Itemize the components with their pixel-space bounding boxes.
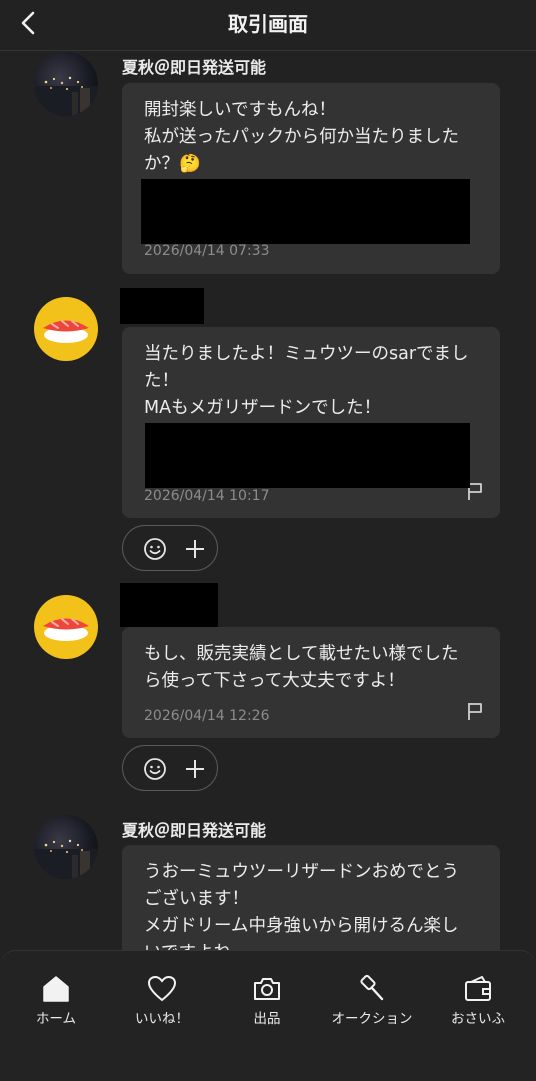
sender-name: 夏秋＠即日発送可能 [122,58,267,77]
message-text: うおーミュウツーリザードンおめでとうございます！ メガドリーム中身強いから開ける… [144,862,459,950]
reaction-bar [122,525,218,571]
avatar[interactable] [34,595,98,659]
bottom-nav: ホーム いいね！ 出品 オークション おさいふ [0,950,536,1081]
header: 取引画面 [0,0,536,51]
message-bubble: うおーミュウツーリザードンおめでとうございます！ メガドリーム中身強いから開ける… [122,845,500,950]
message-list[interactable]: 夏秋＠即日発送可能 開封楽しいですもんね！ 私が送ったパックから何か当たりました… [0,50,536,950]
add-reaction-icon[interactable] [183,757,207,781]
emoji-reaction-icon[interactable] [143,757,167,781]
wallet-icon [465,976,491,1001]
nav-label: おさいふ [451,1011,505,1027]
redaction-box [141,179,470,244]
avatar[interactable] [34,52,98,116]
chevron-left-icon[interactable] [14,8,44,38]
heart-icon [147,975,177,1002]
home-icon [43,976,69,1002]
nav-label: いいね！ [135,1011,189,1027]
nav-item-likes[interactable]: いいね！ [112,971,212,1031]
nav-item-wallet[interactable]: おさいふ [428,971,528,1031]
message-timestamp: 2026/04/14 12:26 [144,708,270,724]
flag-icon[interactable] [466,701,484,721]
add-reaction-icon[interactable] [183,537,207,561]
gavel-icon [360,974,384,1001]
message-timestamp: 2026/04/14 10:17 [144,488,270,504]
sender-name: 夏秋＠即日発送可能 [122,821,267,840]
reaction-bar [122,745,218,791]
redaction-box [145,423,470,488]
emoji-reaction-icon[interactable] [143,537,167,561]
message-bubble: もし、販売実績として載せたい様でしたら使って下さって大丈夫ですよ！ 2026/0… [122,627,500,738]
avatar[interactable] [34,297,98,361]
message-text: もし、販売実績として載せたい様でしたら使って下さって大丈夫ですよ！ [144,644,459,691]
page-title: 取引画面 [228,12,308,36]
message-text: 当たりましたよ！ミュウツーのsarでました！ MAもメガリザードンでした！ [144,344,469,418]
nav-item-home[interactable]: ホーム [6,971,106,1031]
nav-label: 出品 [253,1011,281,1027]
nav-label: ホーム [35,1011,77,1027]
redaction-box [120,583,218,627]
nav-label: オークション [331,1011,413,1027]
message-text: 開封楽しいですもんね！ 私が送ったパックから何か当たりましたか？🤔 [144,100,459,174]
avatar[interactable] [34,815,98,879]
camera-icon [254,978,280,1000]
message-timestamp: 2026/04/14 07:33 [144,243,270,259]
redaction-box [120,288,204,324]
nav-item-auction[interactable]: オークション [322,971,422,1031]
nav-item-sell[interactable]: 出品 [217,971,317,1031]
